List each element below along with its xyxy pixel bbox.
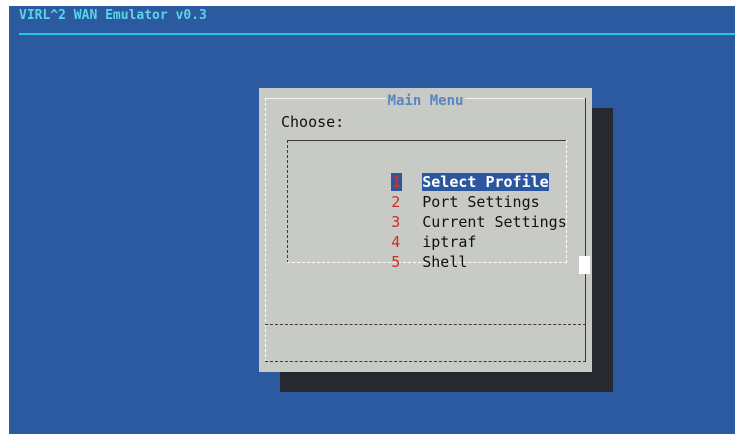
main-menu-dialog: Main Menu Choose: 1 Select Profile 2 Port …: [259, 88, 592, 372]
menu-list-box: 1 Select Profile 2 Port Settings 3 Current …: [287, 140, 567, 271]
menu-item-current-settings[interactable]: 3 Current Settings: [319, 194, 567, 231]
menu-prompt: Choose:: [281, 113, 345, 131]
menu-item-iptraf[interactable]: 4 iptraf: [319, 214, 476, 251]
dialog-button-divider: [265, 324, 586, 325]
menu-item-shell[interactable]: 5 Shell: [319, 234, 467, 271]
dialog-border-right: [585, 98, 586, 362]
dialog-title-bar: Main Menu: [259, 93, 592, 109]
terminal-cursor: [579, 256, 590, 274]
menu-item-select-profile[interactable]: 1 Select Profile: [319, 154, 549, 191]
dialog-border-bottom: [265, 361, 586, 362]
list-border-top: [287, 140, 567, 141]
menu-item-label: Shell: [422, 253, 468, 271]
menu-item-port-settings[interactable]: 2 Port Settings: [319, 174, 539, 211]
list-border-left: [287, 140, 288, 263]
dialog-border-left: [265, 98, 266, 362]
title-rule: [19, 33, 735, 35]
terminal-screen: VIRL^2 WAN Emulator v0.3 Main Menu Choos…: [9, 6, 735, 434]
dialog-title: Main Menu: [385, 93, 466, 109]
app-title: VIRL^2 WAN Emulator v0.3: [19, 8, 207, 23]
menu-item-key: 5: [391, 253, 401, 271]
